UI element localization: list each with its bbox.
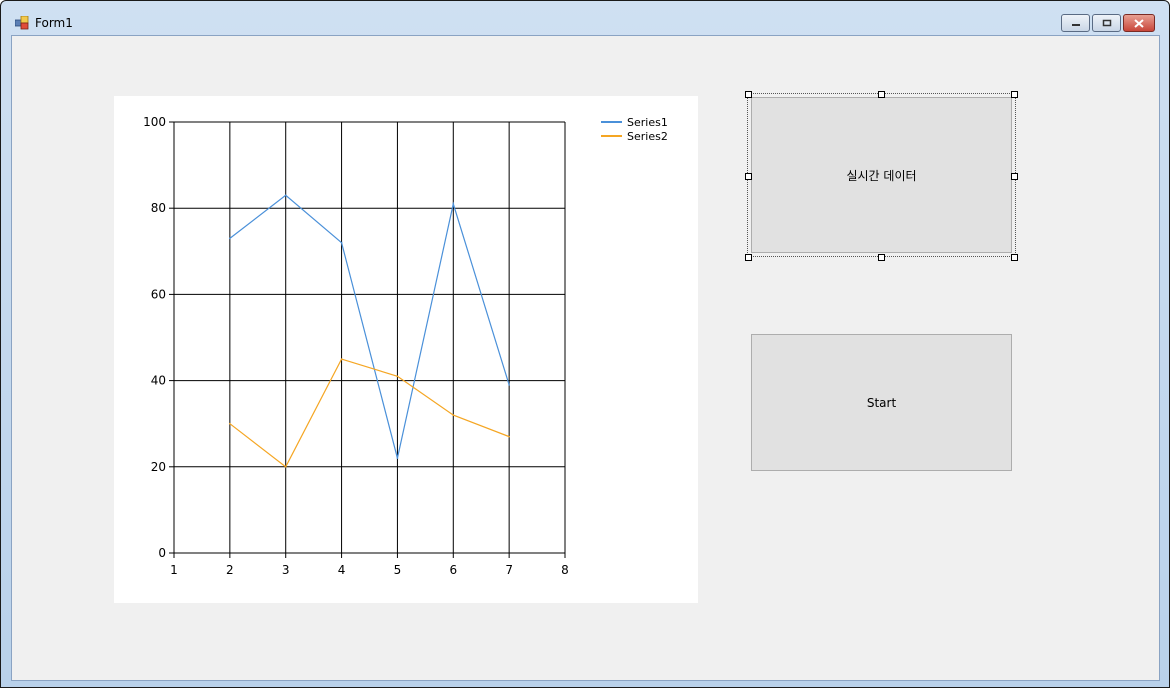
restore-icon bbox=[1102, 19, 1111, 27]
series-line-2 bbox=[229, 358, 510, 468]
x-tick-label: 2 bbox=[226, 563, 234, 577]
x-tick-label: 6 bbox=[449, 563, 457, 577]
minimize-icon bbox=[1071, 24, 1080, 26]
resize-handle[interactable] bbox=[1011, 173, 1018, 180]
start-button[interactable]: Start bbox=[751, 334, 1012, 471]
series-line-1 bbox=[229, 194, 510, 459]
data-point bbox=[284, 466, 287, 468]
resize-handle[interactable] bbox=[1011, 254, 1018, 261]
data-point bbox=[452, 203, 455, 205]
data-point bbox=[508, 384, 510, 386]
start-label: Start bbox=[866, 395, 897, 410]
y-tick-label: 0 bbox=[158, 546, 166, 560]
x-tick-label: 3 bbox=[282, 563, 290, 577]
data-point bbox=[508, 435, 510, 438]
minimize-button[interactable] bbox=[1061, 14, 1090, 32]
y-tick-label: 80 bbox=[151, 201, 166, 215]
resize-handle[interactable] bbox=[745, 254, 752, 261]
x-tick-label: 8 bbox=[561, 563, 569, 577]
y-tick-label: 40 bbox=[151, 374, 166, 388]
line-chart: 0 20 40 60 80 100 1 2 3 4 5 6 7 8 Series1 Series2 bbox=[114, 96, 698, 603]
title-bar[interactable]: Form1 bbox=[1, 1, 1169, 35]
app-icon bbox=[14, 15, 29, 30]
resize-handle[interactable] bbox=[878, 254, 885, 261]
close-button[interactable] bbox=[1123, 14, 1155, 32]
resize-handle[interactable] bbox=[745, 173, 752, 180]
realtime-data-button[interactable]: 실시간 데이터 bbox=[751, 97, 1012, 253]
y-tick-label: 20 bbox=[151, 460, 166, 474]
close-icon bbox=[1134, 18, 1144, 28]
data-point bbox=[284, 194, 287, 197]
form-client-area: 0 20 40 60 80 100 1 2 3 4 5 6 7 8 Series1 Series2 실시간 데… bbox=[11, 35, 1160, 681]
data-point bbox=[340, 241, 343, 244]
caption-buttons bbox=[1059, 14, 1155, 32]
data-point bbox=[396, 457, 399, 459]
x-tick-label: 5 bbox=[394, 563, 402, 577]
realtime-data-label: 실시간 데이터 bbox=[846, 168, 917, 183]
x-tick-label: 7 bbox=[505, 563, 513, 577]
x-tick-label: 1 bbox=[170, 563, 178, 577]
legend-label: Series1 bbox=[627, 116, 668, 129]
data-point bbox=[229, 237, 231, 240]
resize-handle[interactable] bbox=[1011, 91, 1018, 98]
window-title: Form1 bbox=[35, 16, 73, 30]
y-tick-label: 60 bbox=[151, 287, 166, 301]
chart-svg: 0 20 40 60 80 100 1 2 3 4 5 6 7 8 Series1Series2 bbox=[143, 115, 668, 577]
data-point bbox=[229, 422, 231, 425]
main-window: Form1 0 20 40 60 80 100 1 2 3 4 5 6 7 8 Series1 Series2… bbox=[0, 0, 1170, 688]
y-tick-label: 100 bbox=[143, 115, 166, 129]
x-tick-label: 4 bbox=[338, 563, 346, 577]
legend-label: Series2 bbox=[627, 130, 668, 143]
resize-handle[interactable] bbox=[878, 91, 885, 98]
maximize-button[interactable] bbox=[1092, 14, 1121, 32]
data-point bbox=[452, 414, 455, 416]
data-point bbox=[340, 358, 343, 360]
data-point bbox=[396, 375, 399, 378]
resize-handle[interactable] bbox=[745, 91, 752, 98]
